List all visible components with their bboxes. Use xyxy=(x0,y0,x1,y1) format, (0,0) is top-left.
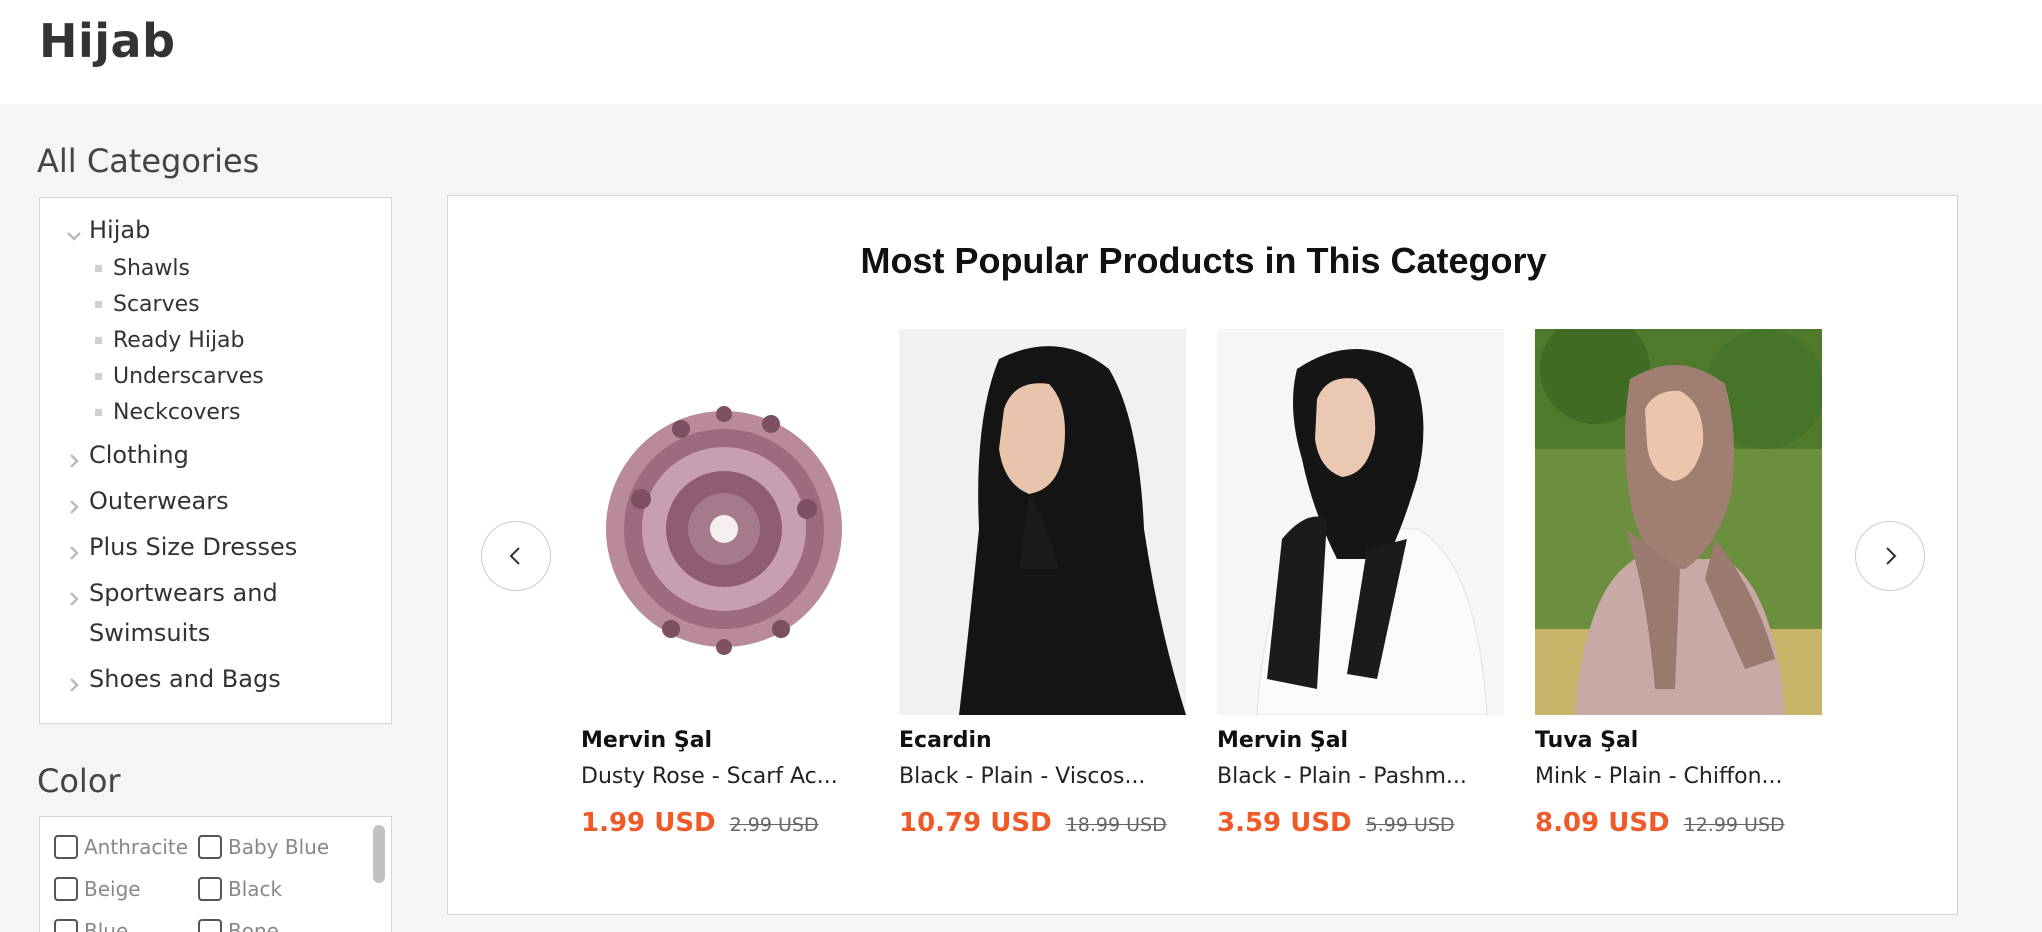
product-image[interactable] xyxy=(1535,329,1822,715)
color-label: Bone xyxy=(228,919,279,932)
mink-chiffon-image xyxy=(1535,329,1822,715)
checkbox[interactable] xyxy=(54,835,78,859)
color-label: Beige xyxy=(84,877,141,901)
color-option-anthracite[interactable]: Anthracite xyxy=(54,835,188,859)
product-card[interactable] xyxy=(899,329,1186,715)
color-filter: Anthracite Baby Blue Beige Black Blue Bo… xyxy=(39,816,392,932)
product-price-row: 8.09 USD 12.99 USD xyxy=(1535,808,1785,838)
popular-products-panel: Most Popular Products in This Category M… xyxy=(447,195,1958,915)
subcategory-label: Scarves xyxy=(113,292,200,317)
bullet-icon xyxy=(95,409,102,416)
scrunchie-image xyxy=(581,329,868,715)
color-option-bone[interactable]: Bone xyxy=(198,919,279,932)
checkbox[interactable] xyxy=(54,877,78,901)
product-card[interactable] xyxy=(1217,329,1504,715)
product-name[interactable]: Black - Plain - Pashm... xyxy=(1217,764,1507,789)
black-hijab-image xyxy=(899,329,1186,715)
category-label: Hijab xyxy=(89,216,151,244)
checkbox[interactable] xyxy=(198,835,222,859)
subcategory-label: Ready Hijab xyxy=(113,328,245,353)
bullet-icon xyxy=(95,337,102,344)
category-label: Sportwears and xyxy=(89,579,278,607)
category-label: Clothing xyxy=(89,441,189,469)
chevron-down-icon xyxy=(65,223,83,241)
black-shawl-image xyxy=(1217,329,1504,715)
product-brand: Ecardin xyxy=(899,728,992,753)
product-image[interactable] xyxy=(581,329,868,715)
chevron-right-icon xyxy=(1886,547,1897,565)
product-old-price: 18.99 USD xyxy=(1065,814,1167,836)
subcategory-underscarves[interactable]: Underscarves xyxy=(95,364,264,389)
product-price: 1.99 USD xyxy=(581,808,716,838)
product-price: 10.79 USD xyxy=(899,808,1052,838)
chevron-right-icon xyxy=(65,586,83,606)
scrollbar-thumb[interactable] xyxy=(373,825,385,883)
product-old-price: 12.99 USD xyxy=(1683,814,1785,836)
color-label: Baby Blue xyxy=(228,835,330,859)
categories-title: All Categories xyxy=(37,142,260,180)
popular-products-title: Most Popular Products in This Category xyxy=(860,240,1547,281)
category-tree: Hijab Shawls Scarves Ready Hijab Undersc… xyxy=(39,197,392,724)
page-header: Hijab xyxy=(0,0,2042,104)
chevron-right-icon xyxy=(65,448,83,468)
page-title: Hijab xyxy=(39,14,176,68)
checkbox[interactable] xyxy=(54,919,78,932)
product-image[interactable] xyxy=(899,329,1186,715)
color-option-blue[interactable]: Blue xyxy=(54,919,128,932)
subcategory-scarves[interactable]: Scarves xyxy=(95,292,200,317)
category-label-line2: Swimsuits xyxy=(89,619,211,647)
product-name[interactable]: Dusty Rose - Scarf Ac... xyxy=(581,764,871,789)
product-brand: Mervin Şal xyxy=(1217,728,1349,753)
product-price: 8.09 USD xyxy=(1535,808,1670,838)
color-label: Black xyxy=(228,877,283,901)
product-card[interactable] xyxy=(581,329,868,715)
subcategory-label: Neckcovers xyxy=(113,400,241,425)
chevron-right-icon xyxy=(65,540,83,560)
carousel-prev-button[interactable] xyxy=(481,521,551,591)
chevron-right-icon xyxy=(65,494,83,514)
category-label: Plus Size Dresses xyxy=(89,533,298,561)
color-filter-title: Color xyxy=(37,762,121,800)
product-brand: Mervin Şal xyxy=(581,728,713,753)
bullet-icon xyxy=(95,265,102,272)
color-label: Blue xyxy=(84,919,129,932)
color-option-beige[interactable]: Beige xyxy=(54,877,141,901)
product-name[interactable]: Black - Plain - Viscos... xyxy=(899,764,1189,789)
checkbox[interactable] xyxy=(198,877,222,901)
subcategory-neckcovers[interactable]: Neckcovers xyxy=(95,400,240,425)
bullet-icon xyxy=(95,301,102,308)
chevron-right-icon xyxy=(65,672,83,692)
product-price: 3.59 USD xyxy=(1217,808,1352,838)
subcategory-label: Underscarves xyxy=(113,364,264,389)
product-price-row: 1.99 USD 2.99 USD xyxy=(581,808,819,838)
product-card[interactable] xyxy=(1535,329,1822,715)
product-old-price: 5.99 USD xyxy=(1365,814,1455,836)
product-image[interactable] xyxy=(1217,329,1504,715)
product-price-row: 3.59 USD 5.99 USD xyxy=(1217,808,1455,838)
product-brand: Tuva Şal xyxy=(1535,728,1639,753)
product-name[interactable]: Mink - Plain - Chiffon... xyxy=(1535,764,1825,789)
subcategory-label: Shawls xyxy=(113,256,190,281)
subcategory-shawls[interactable]: Shawls xyxy=(95,256,190,281)
product-price-row: 10.79 USD 18.99 USD xyxy=(899,808,1167,838)
chevron-left-icon xyxy=(509,547,520,565)
color-option-baby-blue[interactable]: Baby Blue xyxy=(198,835,329,859)
subcategory-ready-hijab[interactable]: Ready Hijab xyxy=(95,328,245,353)
carousel-next-button[interactable] xyxy=(1855,521,1925,591)
checkbox[interactable] xyxy=(198,919,222,932)
color-label: Anthracite xyxy=(84,835,189,859)
color-option-black[interactable]: Black xyxy=(198,877,282,901)
category-label: Shoes and Bags xyxy=(89,665,281,693)
bullet-icon xyxy=(95,373,102,380)
product-old-price: 2.99 USD xyxy=(729,814,819,836)
category-label: Outerwears xyxy=(89,487,229,515)
